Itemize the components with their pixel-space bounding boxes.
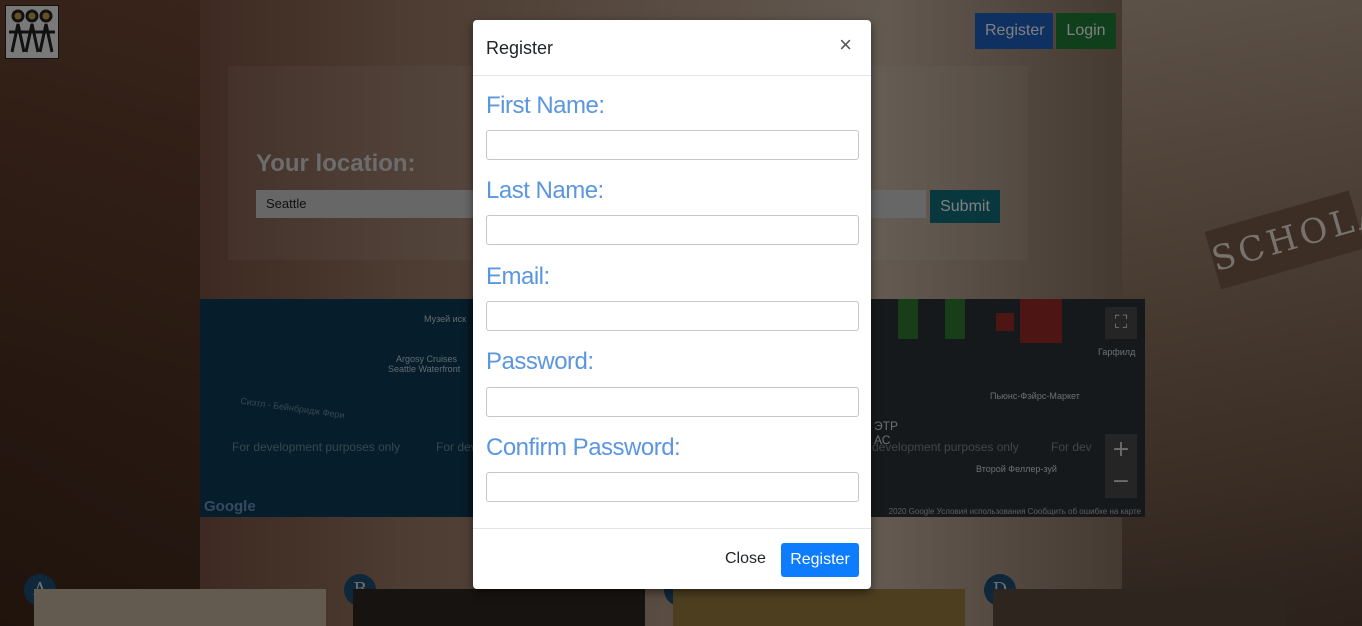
confirm-password-input[interactable] <box>486 472 859 502</box>
last-name-input[interactable] <box>486 215 859 245</box>
modal-title: Register <box>486 38 554 58</box>
modal-close-button[interactable]: Close <box>719 549 772 569</box>
modal-header: Register × <box>473 20 871 76</box>
confirm-password-label: Confirm Password: <box>486 434 681 461</box>
first-name-input[interactable] <box>486 130 859 160</box>
register-modal: Register × First Name: Last Name: Email:… <box>473 20 871 589</box>
last-name-label: Last Name: <box>486 177 604 204</box>
close-icon[interactable]: × <box>833 33 858 57</box>
modal-footer: Close Register <box>473 528 871 590</box>
email-label: Email: <box>486 263 550 290</box>
modal-register-button[interactable]: Register <box>781 543 859 577</box>
first-name-label: First Name: <box>486 92 605 119</box>
email-input[interactable] <box>486 301 859 331</box>
password-label: Password: <box>486 348 594 375</box>
password-input[interactable] <box>486 387 859 417</box>
